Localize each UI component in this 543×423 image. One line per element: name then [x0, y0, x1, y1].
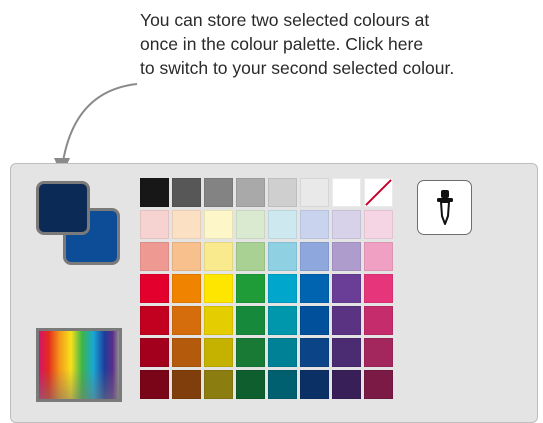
colour-swatch[interactable]: [140, 370, 169, 399]
colour-swatch[interactable]: [236, 370, 265, 399]
colour-swatch[interactable]: [268, 338, 297, 367]
colour-swatch[interactable]: [364, 242, 393, 271]
colour-swatch[interactable]: [204, 306, 233, 335]
colour-swatch[interactable]: [364, 274, 393, 303]
colour-swatch[interactable]: [172, 306, 201, 335]
colour-swatch[interactable]: [204, 242, 233, 271]
colour-swatch[interactable]: [332, 370, 361, 399]
colour-swatch[interactable]: [364, 210, 393, 239]
colour-swatch[interactable]: [268, 306, 297, 335]
colour-swatch[interactable]: [332, 274, 361, 303]
colour-swatch[interactable]: [236, 306, 265, 335]
colour-swatch[interactable]: [236, 178, 265, 207]
colour-swatch[interactable]: [236, 210, 265, 239]
colour-swatch[interactable]: [204, 370, 233, 399]
colour-palette-panel: [10, 163, 538, 423]
colour-swatch[interactable]: [332, 242, 361, 271]
colour-swatch[interactable]: [172, 370, 201, 399]
colour-swatch[interactable]: [172, 242, 201, 271]
annotation-text: You can store two selected colours at on…: [140, 8, 540, 80]
colour-swatch[interactable]: [172, 274, 201, 303]
annotation-line-3: to switch to your second selected colour…: [140, 58, 455, 78]
colour-swatch[interactable]: [140, 242, 169, 271]
colour-swatch[interactable]: [268, 210, 297, 239]
colour-swatch[interactable]: [204, 274, 233, 303]
colour-swatch-grid: [140, 178, 393, 399]
primary-colour-swatch[interactable]: [36, 181, 90, 235]
eyedropper-icon: [436, 189, 453, 225]
colour-swatch[interactable]: [236, 242, 265, 271]
colour-swatch[interactable]: [140, 306, 169, 335]
colour-swatch[interactable]: [364, 306, 393, 335]
colour-swatch[interactable]: [300, 274, 329, 303]
colour-swatch[interactable]: [140, 210, 169, 239]
colour-swatch[interactable]: [268, 370, 297, 399]
no-colour-swatch[interactable]: [364, 178, 393, 207]
colour-swatch[interactable]: [300, 338, 329, 367]
colour-swatch[interactable]: [172, 338, 201, 367]
colour-swatch[interactable]: [172, 178, 201, 207]
colour-spectrum-picker[interactable]: [36, 328, 122, 402]
colour-swatch[interactable]: [140, 274, 169, 303]
colour-swatch[interactable]: [236, 274, 265, 303]
colour-swatch[interactable]: [172, 210, 201, 239]
eyedropper-button[interactable]: [417, 180, 472, 235]
annotation-line-1: You can store two selected colours at: [140, 10, 430, 30]
colour-swatch[interactable]: [204, 210, 233, 239]
colour-swatch[interactable]: [300, 306, 329, 335]
colour-swatch[interactable]: [140, 178, 169, 207]
colour-swatch[interactable]: [332, 306, 361, 335]
colour-swatch[interactable]: [300, 210, 329, 239]
colour-swatch[interactable]: [300, 242, 329, 271]
colour-swatch[interactable]: [140, 338, 169, 367]
annotation-line-2: once in the colour palette. Click here: [140, 34, 424, 54]
colour-swatch[interactable]: [204, 338, 233, 367]
colour-swatch[interactable]: [364, 338, 393, 367]
colour-swatch[interactable]: [332, 210, 361, 239]
colour-swatch[interactable]: [364, 370, 393, 399]
colour-swatch[interactable]: [300, 178, 329, 207]
colour-swatch[interactable]: [268, 242, 297, 271]
colour-swatch[interactable]: [332, 178, 361, 207]
colour-swatch[interactable]: [204, 178, 233, 207]
colour-swatch[interactable]: [332, 338, 361, 367]
colour-swatch[interactable]: [300, 370, 329, 399]
colour-swatch[interactable]: [268, 178, 297, 207]
colour-swatch[interactable]: [268, 274, 297, 303]
colour-swatch[interactable]: [236, 338, 265, 367]
